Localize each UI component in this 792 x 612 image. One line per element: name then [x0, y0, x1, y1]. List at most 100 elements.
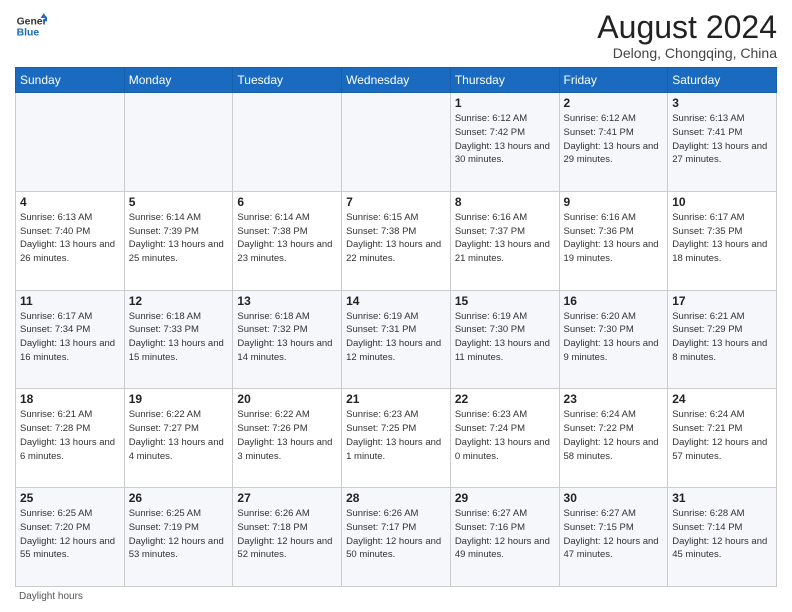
- day-info: Sunrise: 6:14 AM Sunset: 7:38 PM Dayligh…: [237, 211, 337, 266]
- day-of-week-header: Wednesday: [342, 68, 451, 93]
- calendar-week-row: 18 Sunrise: 6:21 AM Sunset: 7:28 PM Dayli…: [16, 389, 777, 488]
- calendar-cell: [16, 93, 125, 192]
- day-info: Sunrise: 6:22 AM Sunset: 7:26 PM Dayligh…: [237, 408, 337, 463]
- calendar-cell: 19Sunrise: 6:22 AM Sunset: 7:27 PM Dayli…: [124, 389, 233, 488]
- day-number: 31: [672, 491, 772, 505]
- calendar-cell: 21 Sunrise: 6:23 AM Sunset: 7:25 PM Dayli…: [342, 389, 451, 488]
- day-of-week-header: Thursday: [450, 68, 559, 93]
- calendar-cell: 5 Sunrise: 6:14 AM Sunset: 7:39 PM Daylig…: [124, 191, 233, 290]
- day-info: Sunrise: 6:14 AM Sunset: 7:39 PM Dayligh…: [129, 211, 229, 266]
- svg-text:Blue: Blue: [17, 28, 40, 39]
- calendar-cell: 3Sunrise: 6:13 AM Sunset: 7:41 PM Daylig…: [668, 93, 777, 192]
- calendar-cell: 11 Sunrise: 6:17 AM Sunset: 7:34 PM Dayli…: [16, 290, 125, 389]
- day-number: 29: [455, 491, 555, 505]
- day-info: Sunrise: 6:25 AM Sunset: 7:19 PM Dayligh…: [129, 507, 229, 562]
- header-row: SundayMondayTuesdayWednesdayThursdayFrid…: [16, 68, 777, 93]
- day-info: Sunrise: 6:23 AM Sunset: 7:24 PM Dayligh…: [455, 408, 555, 463]
- day-info: Sunrise: 6:17 AM Sunset: 7:35 PM Dayligh…: [672, 211, 772, 266]
- day-number: 20: [237, 392, 337, 406]
- day-info: Sunrise: 6:21 AM Sunset: 7:28 PM Dayligh…: [20, 408, 120, 463]
- day-info: Sunrise: 6:26 AM Sunset: 7:17 PM Dayligh…: [346, 507, 446, 562]
- day-number: 11: [20, 294, 120, 308]
- header: General Blue August 2024 Delong, Chongqi…: [15, 10, 777, 61]
- day-number: 26: [129, 491, 229, 505]
- day-of-week-header: Sunday: [16, 68, 125, 93]
- calendar-cell: 14Sunrise: 6:19 AM Sunset: 7:31 PM Dayli…: [342, 290, 451, 389]
- day-number: 21: [346, 392, 446, 406]
- page: General Blue August 2024 Delong, Chongqi…: [0, 0, 792, 612]
- day-info: Sunrise: 6:17 AM Sunset: 7:34 PM Dayligh…: [20, 310, 120, 365]
- calendar-cell: 12 Sunrise: 6:18 AM Sunset: 7:33 PM Dayli…: [124, 290, 233, 389]
- day-number: 28: [346, 491, 446, 505]
- calendar-cell: 30 Sunrise: 6:27 AM Sunset: 7:15 PM Dayli…: [559, 488, 668, 587]
- day-number: 17: [672, 294, 772, 308]
- calendar-header: SundayMondayTuesdayWednesdayThursdayFrid…: [16, 68, 777, 93]
- day-number: 9: [564, 195, 664, 209]
- calendar-cell: 28 Sunrise: 6:26 AM Sunset: 7:17 PM Dayli…: [342, 488, 451, 587]
- day-number: 25: [20, 491, 120, 505]
- logo-icon: General Blue: [15, 10, 47, 42]
- calendar-cell: 26 Sunrise: 6:25 AM Sunset: 7:19 PM Dayli…: [124, 488, 233, 587]
- day-info: Sunrise: 6:16 AM Sunset: 7:36 PM Dayligh…: [564, 211, 664, 266]
- calendar-cell: 24Sunrise: 6:24 AM Sunset: 7:21 PM Dayli…: [668, 389, 777, 488]
- day-number: 4: [20, 195, 120, 209]
- day-number: 5: [129, 195, 229, 209]
- calendar-cell: 2Sunrise: 6:12 AM Sunset: 7:41 PM Daylig…: [559, 93, 668, 192]
- calendar-cell: 29Sunrise: 6:27 AM Sunset: 7:16 PM Dayli…: [450, 488, 559, 587]
- calendar-week-row: 4 Sunrise: 6:13 AM Sunset: 7:40 PM Daylig…: [16, 191, 777, 290]
- calendar-cell: 6Sunrise: 6:14 AM Sunset: 7:38 PM Daylig…: [233, 191, 342, 290]
- calendar-cell: 23 Sunrise: 6:24 AM Sunset: 7:22 PM Dayli…: [559, 389, 668, 488]
- logo: General Blue: [15, 10, 47, 42]
- day-number: 12: [129, 294, 229, 308]
- day-info: Sunrise: 6:28 AM Sunset: 7:14 PM Dayligh…: [672, 507, 772, 562]
- day-info: Sunrise: 6:19 AM Sunset: 7:31 PM Dayligh…: [346, 310, 446, 365]
- day-number: 18: [20, 392, 120, 406]
- day-number: 13: [237, 294, 337, 308]
- day-number: 15: [455, 294, 555, 308]
- calendar-cell: 7 Sunrise: 6:15 AM Sunset: 7:38 PM Daylig…: [342, 191, 451, 290]
- subtitle: Delong, Chongqing, China: [597, 45, 777, 61]
- calendar-cell: 4 Sunrise: 6:13 AM Sunset: 7:40 PM Daylig…: [16, 191, 125, 290]
- day-of-week-header: Friday: [559, 68, 668, 93]
- calendar-cell: 25Sunrise: 6:25 AM Sunset: 7:20 PM Dayli…: [16, 488, 125, 587]
- calendar-cell: 15 Sunrise: 6:19 AM Sunset: 7:30 PM Dayli…: [450, 290, 559, 389]
- day-number: 23: [564, 392, 664, 406]
- calendar-cell: 17 Sunrise: 6:21 AM Sunset: 7:29 PM Dayli…: [668, 290, 777, 389]
- calendar-cell: [124, 93, 233, 192]
- day-info: Sunrise: 6:23 AM Sunset: 7:25 PM Dayligh…: [346, 408, 446, 463]
- day-info: Sunrise: 6:12 AM Sunset: 7:42 PM Dayligh…: [455, 112, 555, 167]
- day-info: Sunrise: 6:13 AM Sunset: 7:40 PM Dayligh…: [20, 211, 120, 266]
- day-number: 10: [672, 195, 772, 209]
- day-info: Sunrise: 6:22 AM Sunset: 7:27 PM Dayligh…: [129, 408, 229, 463]
- calendar-cell: 9 Sunrise: 6:16 AM Sunset: 7:36 PM Daylig…: [559, 191, 668, 290]
- day-info: Sunrise: 6:21 AM Sunset: 7:29 PM Dayligh…: [672, 310, 772, 365]
- day-number: 7: [346, 195, 446, 209]
- calendar-cell: 13Sunrise: 6:18 AM Sunset: 7:32 PM Dayli…: [233, 290, 342, 389]
- calendar-cell: 31 Sunrise: 6:28 AM Sunset: 7:14 PM Dayli…: [668, 488, 777, 587]
- calendar-cell: 20 Sunrise: 6:22 AM Sunset: 7:26 PM Dayli…: [233, 389, 342, 488]
- day-of-week-header: Saturday: [668, 68, 777, 93]
- day-number: 3: [672, 96, 772, 110]
- main-title: August 2024: [597, 10, 777, 45]
- day-number: 16: [564, 294, 664, 308]
- day-number: 30: [564, 491, 664, 505]
- calendar-body: 1Sunrise: 6:12 AM Sunset: 7:42 PM Daylig…: [16, 93, 777, 587]
- calendar-cell: 18 Sunrise: 6:21 AM Sunset: 7:28 PM Dayli…: [16, 389, 125, 488]
- calendar-cell: 1Sunrise: 6:12 AM Sunset: 7:42 PM Daylig…: [450, 93, 559, 192]
- calendar-table: SundayMondayTuesdayWednesdayThursdayFrid…: [15, 67, 777, 587]
- calendar-cell: [342, 93, 451, 192]
- day-of-week-header: Monday: [124, 68, 233, 93]
- calendar-cell: 16Sunrise: 6:20 AM Sunset: 7:30 PM Dayli…: [559, 290, 668, 389]
- day-number: 8: [455, 195, 555, 209]
- day-number: 2: [564, 96, 664, 110]
- day-info: Sunrise: 6:16 AM Sunset: 7:37 PM Dayligh…: [455, 211, 555, 266]
- day-info: Sunrise: 6:18 AM Sunset: 7:33 PM Dayligh…: [129, 310, 229, 365]
- day-info: Sunrise: 6:24 AM Sunset: 7:22 PM Dayligh…: [564, 408, 664, 463]
- calendar-week-row: 1Sunrise: 6:12 AM Sunset: 7:42 PM Daylig…: [16, 93, 777, 192]
- calendar-cell: 22Sunrise: 6:23 AM Sunset: 7:24 PM Dayli…: [450, 389, 559, 488]
- day-info: Sunrise: 6:24 AM Sunset: 7:21 PM Dayligh…: [672, 408, 772, 463]
- day-info: Sunrise: 6:27 AM Sunset: 7:15 PM Dayligh…: [564, 507, 664, 562]
- day-info: Sunrise: 6:15 AM Sunset: 7:38 PM Dayligh…: [346, 211, 446, 266]
- day-info: Sunrise: 6:19 AM Sunset: 7:30 PM Dayligh…: [455, 310, 555, 365]
- calendar-week-row: 25Sunrise: 6:25 AM Sunset: 7:20 PM Dayli…: [16, 488, 777, 587]
